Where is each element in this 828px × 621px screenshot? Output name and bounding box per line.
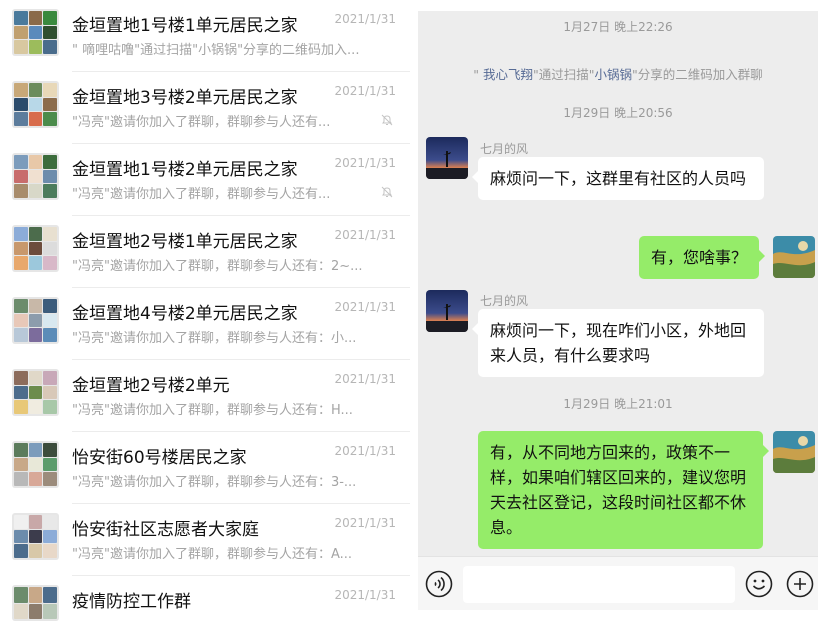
chat-name: 金垣置地1号楼1单元居民之家 — [72, 16, 298, 36]
chat-date: 2021/1/31 — [334, 444, 396, 458]
chat-date: 2021/1/31 — [334, 300, 396, 314]
group-avatar — [12, 513, 59, 560]
chat-preview: "冯亮"邀请你加入了群聊，群聊参与人还有：2~... — [72, 259, 363, 274]
emoji-icon[interactable] — [745, 570, 773, 598]
group-avatar — [12, 81, 59, 128]
system-user-link[interactable]: 小锅锅 — [594, 67, 632, 82]
chat-date: 2021/1/31 — [334, 228, 396, 242]
sender-name: 七月的风 — [480, 142, 529, 156]
outgoing-message[interactable]: 有，从不同地方回来的，政策不一样，如果咱们辖区回来的，建议您明天去社区登记，这段… — [478, 431, 769, 549]
message-input[interactable] — [463, 566, 735, 603]
system-message: " 我心飞翔"通过扫描"小锅锅"分享的二维码加入群聊 — [473, 67, 763, 82]
group-avatar — [12, 585, 59, 621]
chat-preview: "冯亮"邀请你加入了群聊，群聊参与人还有... — [72, 115, 331, 130]
chat-preview: "冯亮"邀请你加入了群聊，群聊参与人还有：3-... — [72, 475, 357, 490]
sender-avatar[interactable] — [426, 137, 468, 179]
chat-name: 金垣置地4号楼2单元居民之家 — [72, 304, 298, 324]
chat-list-item[interactable]: 金垣置地3号楼2单元居民之家 2021/1/31 "冯亮"邀请你加入了群聊，群聊… — [0, 72, 410, 144]
chat-name: 金垣置地2号楼1单元居民之家 — [72, 232, 298, 252]
conversation-panel: 1月27日 晚上22:26 " 我心飞翔"通过扫描"小锅锅"分享的二维码加入群聊… — [418, 11, 818, 610]
chat-date: 2021/1/31 — [334, 516, 396, 530]
chat-name: 怡安街社区志愿者大家庭 — [72, 520, 259, 540]
system-user-link[interactable]: 我心飞翔 — [483, 67, 533, 82]
time-stamp: 1月29日 晚上21:01 — [563, 397, 673, 411]
chat-date: 2021/1/31 — [334, 12, 396, 26]
my-avatar[interactable] — [773, 236, 815, 278]
chat-list-item[interactable]: 金垣置地1号楼1单元居民之家 2021/1/31 " 嘀哩咕噜"通过扫描"小锅锅… — [0, 0, 410, 72]
chat-name: 金垣置地1号楼2单元居民之家 — [72, 160, 298, 180]
chat-name: 怡安街60号楼居民之家 — [72, 448, 247, 468]
my-avatar[interactable] — [773, 431, 815, 473]
group-avatar — [12, 225, 59, 272]
chat-name: 金垣置地3号楼2单元居民之家 — [72, 88, 298, 108]
chat-preview: " 嘀哩咕噜"通过扫描"小锅锅"分享的二维码加入... — [72, 43, 360, 58]
group-avatar — [12, 297, 59, 344]
chat-date: 2021/1/31 — [334, 372, 396, 386]
group-avatar — [12, 9, 59, 56]
chat-list-item[interactable]: 金垣置地2号楼2单元 2021/1/31 "冯亮"邀请你加入了群聊，群聊参与人还… — [0, 360, 410, 432]
chat-preview: "冯亮"邀请你加入了群聊，群聊参与人还有：A... — [72, 547, 353, 562]
sender-avatar[interactable] — [426, 290, 468, 332]
chat-name: 疫情防控工作群 — [72, 592, 191, 612]
mute-bell-icon — [381, 114, 393, 126]
chat-date: 2021/1/31 — [334, 588, 396, 602]
chat-preview: "冯亮"邀请你加入了群聊，群聊参与人还有... — [72, 187, 331, 202]
mute-bell-icon — [381, 186, 393, 198]
chat-list: 金垣置地1号楼1单元居民之家 2021/1/31 " 嘀哩咕噜"通过扫描"小锅锅… — [0, 0, 410, 621]
input-bar — [418, 556, 818, 610]
chat-list-item[interactable]: 金垣置地1号楼2单元居民之家 2021/1/31 "冯亮"邀请你加入了群聊，群聊… — [0, 144, 410, 216]
group-avatar — [12, 369, 59, 416]
incoming-message[interactable]: 麻烦问一下，这群里有社区的人员吗 — [472, 157, 764, 200]
group-avatar — [12, 441, 59, 488]
chat-list-item[interactable]: 金垣置地2号楼1单元居民之家 2021/1/31 "冯亮"邀请你加入了群聊，群聊… — [0, 216, 410, 288]
chat-list-item[interactable]: 怡安街60号楼居民之家 2021/1/31 "冯亮"邀请你加入了群聊，群聊参与人… — [0, 432, 410, 504]
chat-preview: "冯亮"邀请你加入了群聊，群聊参与人还有：小... — [72, 331, 357, 346]
time-stamp: 1月29日 晚上20:56 — [563, 106, 673, 120]
chat-list-item[interactable]: 金垣置地4号楼2单元居民之家 2021/1/31 "冯亮"邀请你加入了群聊，群聊… — [0, 288, 410, 360]
group-avatar — [12, 153, 59, 200]
voice-icon[interactable] — [425, 570, 453, 598]
outgoing-message[interactable]: 有，您啥事？ — [639, 236, 766, 279]
time-stamp: 1月27日 晚上22:26 — [563, 20, 673, 34]
chat-date: 2021/1/31 — [334, 84, 396, 98]
chat-list-item[interactable]: 怡安街社区志愿者大家庭 2021/1/31 "冯亮"邀请你加入了群聊，群聊参与人… — [0, 504, 410, 576]
chat-date: 2021/1/31 — [334, 156, 396, 170]
chat-preview: "冯亮"邀请你加入了群聊，群聊参与人还有：H... — [72, 403, 353, 418]
sender-name: 七月的风 — [480, 294, 529, 308]
chat-name: 金垣置地2号楼2单元 — [72, 376, 230, 396]
incoming-message[interactable]: 麻烦问一下，现在咋们小区，外地回来人员，有什么要求吗 — [472, 309, 764, 377]
plus-icon[interactable] — [786, 570, 814, 598]
chat-list-item[interactable]: 疫情防控工作群 2021/1/31 — [0, 576, 410, 621]
